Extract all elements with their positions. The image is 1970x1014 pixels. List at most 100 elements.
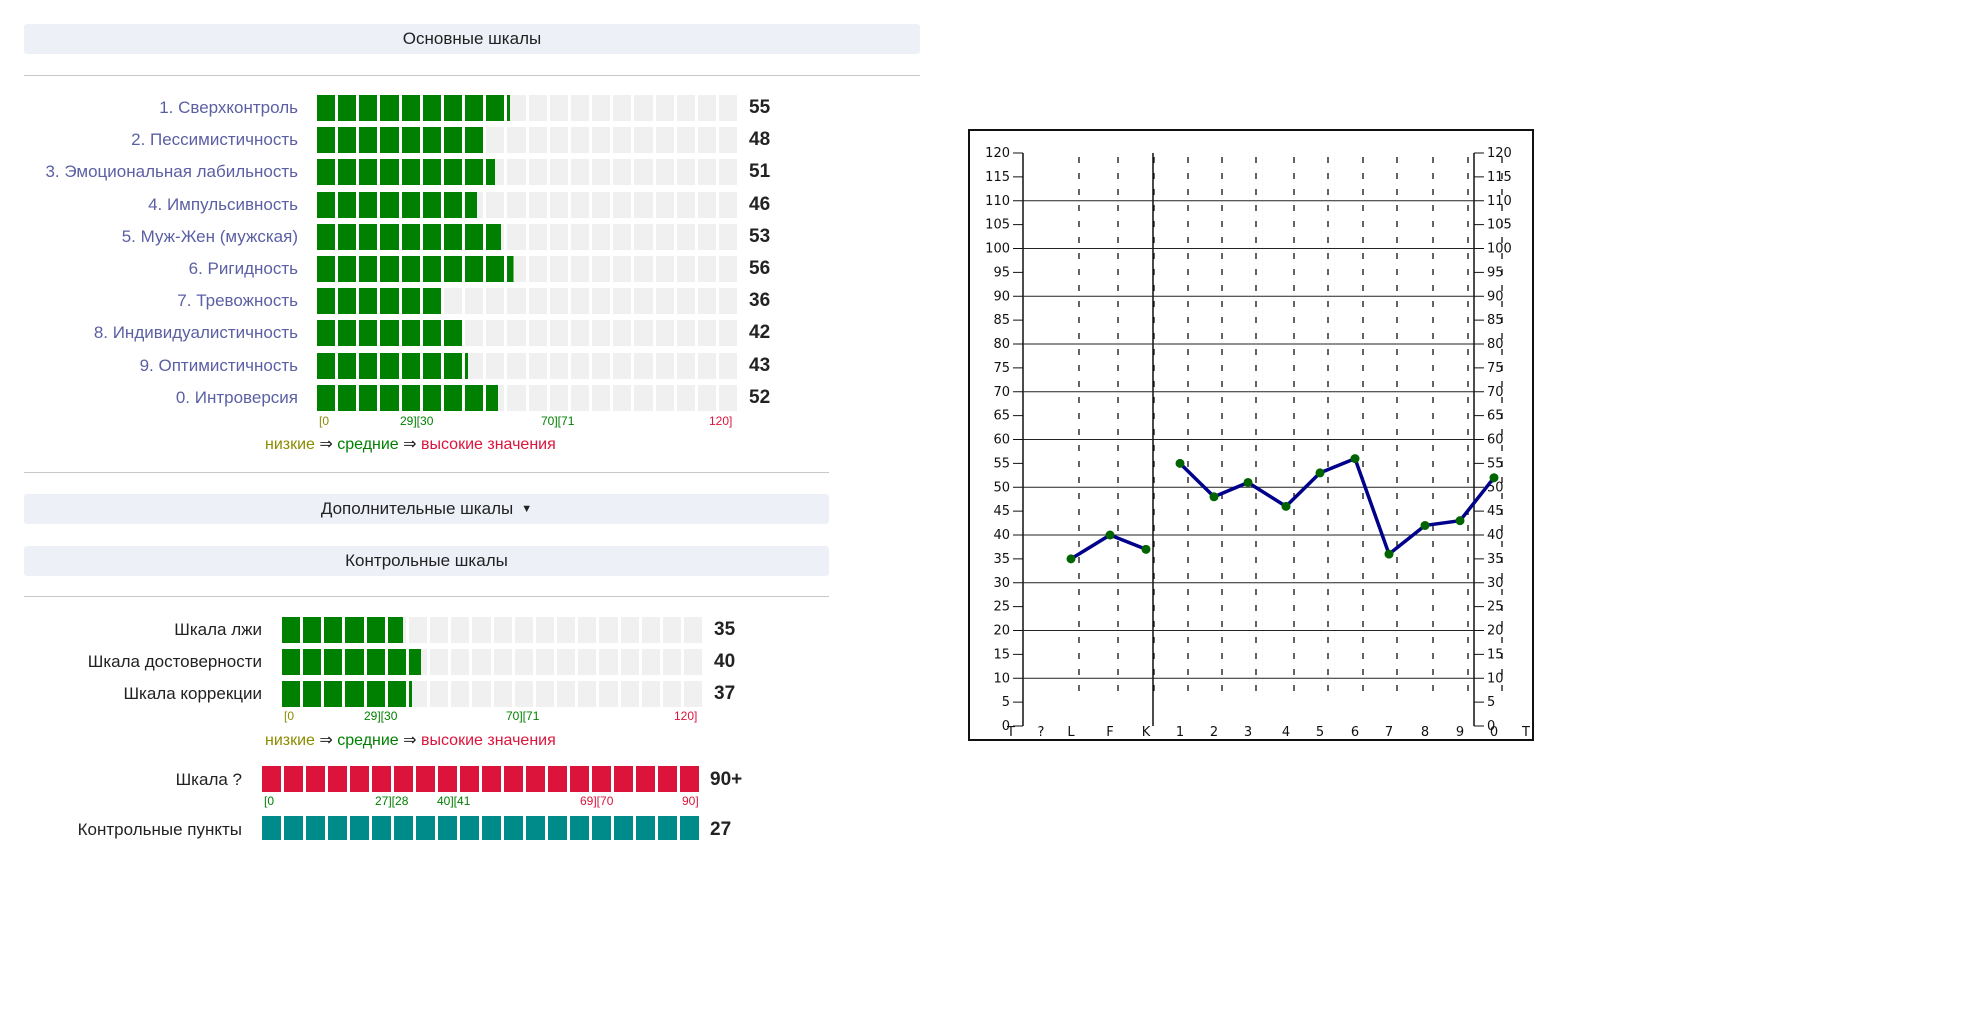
x-tick-label: 7 [1385, 725, 1393, 740]
bar-segment [451, 681, 470, 708]
bar-segment [634, 384, 653, 411]
bar-segment [401, 159, 420, 186]
bar-segment [303, 649, 322, 676]
profile-point [1350, 454, 1360, 464]
bar-segment [592, 256, 611, 282]
bar-segment [359, 95, 378, 121]
x-tick-label: T [1521, 725, 1530, 740]
bar-segment [592, 159, 611, 186]
tick-29-30: 29][30 [364, 709, 398, 723]
x-tick-label: 1 [1176, 725, 1184, 740]
y-tick-label-right: 85 [1487, 313, 1504, 328]
bar-segment [676, 288, 695, 315]
y-tick-label-right: 90 [1487, 289, 1504, 304]
x-tick-label: 3 [1244, 725, 1252, 740]
bar-segment [422, 288, 441, 315]
bar-segment [697, 95, 716, 121]
bar-segment [592, 352, 611, 379]
bar-segment [570, 191, 590, 218]
bar-segment [718, 95, 738, 121]
legend-low: низкие [265, 732, 315, 749]
bar-segment [557, 617, 576, 643]
bar-segment [697, 320, 716, 347]
y-tick-label-right: 65 [1487, 409, 1504, 424]
bar-segment [676, 159, 695, 186]
bar-segment [338, 127, 357, 154]
additional-scales-toggle[interactable]: Дополнительные шкалы ▼ [24, 494, 829, 524]
bar-segment [528, 352, 547, 379]
x-tick-label: 2 [1210, 725, 1218, 740]
legend-arrow: ⇒ [398, 436, 421, 453]
bar-segment [306, 766, 325, 792]
bar-segment [465, 191, 484, 218]
bar-segment [528, 256, 547, 282]
legend-arrow: ⇒ [314, 732, 338, 749]
bar-segment [697, 288, 716, 315]
bar-segment [613, 223, 632, 250]
bar-segment [366, 649, 385, 676]
y-tick-label-left: 35 [993, 552, 1010, 567]
bar-segment [636, 816, 655, 840]
bar-segment [613, 127, 632, 154]
x-tick-label: 6 [1351, 725, 1359, 740]
bar-segment [507, 191, 526, 218]
bar-segment [328, 816, 347, 840]
bar-segment [465, 320, 484, 347]
bar-segment [655, 95, 674, 121]
bar-segment [507, 95, 526, 121]
y-tick-label-left: 70 [993, 385, 1010, 400]
bar-segment [549, 256, 568, 282]
main-scales-title: Основные шкалы [402, 29, 542, 48]
chart-frame [968, 129, 1534, 741]
bar-segment [443, 352, 463, 379]
bar-segment [303, 681, 322, 708]
bar-segment [697, 159, 716, 186]
bar-segment [380, 223, 399, 250]
y-tick-label-left: 80 [993, 337, 1010, 352]
bar-segment [620, 681, 639, 708]
y-tick-label-right: 120 [1487, 146, 1512, 161]
scale-bar [317, 288, 738, 315]
bar-segment [328, 766, 347, 792]
y-tick-label-left: 25 [993, 600, 1010, 615]
bar-segment [338, 320, 357, 347]
bar-segment [570, 127, 590, 154]
control-scale-ticks: [0 29][30 70][71 120] [282, 709, 702, 723]
tick-0: [0 [319, 414, 330, 428]
bar-segment [465, 127, 484, 154]
y-tick-label-right: 25 [1487, 600, 1504, 615]
y-tick-label-right: 60 [1487, 433, 1504, 448]
scale-value: 56 [749, 258, 771, 279]
bar-segment [718, 191, 738, 218]
bar-segment [486, 159, 505, 186]
y-tick-label-right: 35 [1487, 552, 1504, 567]
bar-segment [570, 288, 590, 315]
scale-label: 4. Импульсивность [148, 194, 298, 214]
y-tick-label-right: 115 [1487, 170, 1512, 185]
scale-bar [282, 617, 703, 643]
y-tick-label-left: 115 [985, 170, 1010, 185]
scale-bar [317, 159, 738, 186]
bar-segment [345, 617, 364, 643]
y-tick-label-left: 100 [985, 242, 1010, 257]
bar-segment [718, 288, 738, 315]
bar-segment [614, 816, 633, 840]
bar-segment [641, 617, 660, 643]
scale-value: 53 [749, 225, 771, 247]
bar-segment [634, 191, 653, 218]
bar-segment [416, 816, 435, 840]
profile-point [1066, 554, 1076, 564]
bar-segment [599, 649, 618, 676]
scale-bar [317, 223, 738, 250]
bar-segment [493, 617, 512, 643]
bar-segment [359, 288, 378, 315]
y-tick-label-right: 5 [1487, 695, 1495, 710]
tick-90: 90] [682, 794, 699, 808]
main-scales-bottom-rule [24, 472, 829, 473]
bar-segment [592, 384, 611, 411]
bar-segment [535, 649, 555, 676]
bar-segment [507, 288, 526, 315]
bar-segment [697, 191, 716, 218]
bar-segment [422, 352, 441, 379]
bar-segment [350, 816, 369, 840]
